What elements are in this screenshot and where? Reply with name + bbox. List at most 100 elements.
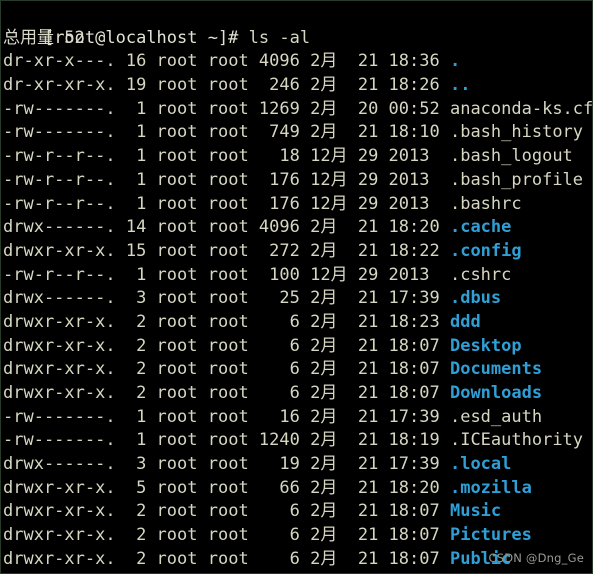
row-link-count: 1 — [125, 264, 157, 285]
row-permissions: -rw-------. — [3, 430, 126, 451]
row-group: root — [207, 51, 259, 72]
row-owner: root — [156, 406, 208, 427]
row-group: root — [207, 240, 259, 261]
watermark-label: CSDN @Dng_Ge — [488, 551, 584, 565]
row-month: 2月 — [310, 477, 358, 498]
listing-row: dr-xr-x---. 16 root root 4096 2月 21 18:3… — [3, 50, 592, 74]
row-month: 2月 — [310, 335, 358, 356]
row-link-count: 1 — [125, 169, 157, 190]
row-owner: root — [156, 264, 208, 285]
command-separator — [238, 28, 248, 48]
row-month: 12月 — [310, 169, 358, 190]
row-link-count: 2 — [125, 359, 157, 380]
row-link-count: 16 — [125, 51, 157, 72]
listing-row: drwxr-xr-x. 2 root root 6 2月 21 18:07 De… — [3, 335, 592, 359]
listing-row: -rw-------. 1 root root 16 2月 21 17:39 .… — [3, 406, 592, 430]
row-size: 176 — [258, 169, 311, 190]
row-time: 18:23 — [388, 311, 450, 332]
row-day: 21 — [357, 122, 389, 143]
row-month: 12月 — [310, 264, 358, 285]
row-permissions: -rw-------. — [3, 122, 126, 143]
row-time: 18:36 — [388, 51, 450, 72]
listing-row: drwxr-xr-x. 2 root root 6 2月 21 18:07 Do… — [3, 358, 592, 382]
row-time: 18:07 — [388, 525, 450, 546]
row-size: 6 — [258, 335, 311, 356]
row-month: 2月 — [310, 406, 358, 427]
row-owner: root — [156, 477, 208, 498]
row-owner: root — [156, 359, 208, 380]
row-day: 21 — [357, 51, 389, 72]
row-name: Music — [449, 501, 502, 522]
row-name: .dbus — [449, 288, 502, 309]
row-day: 21 — [357, 383, 389, 403]
listing-row: -rw-r--r--. 1 root root 100 12月 29 2013 … — [3, 264, 592, 288]
row-month: 2月 — [310, 454, 358, 475]
row-group: root — [207, 75, 259, 96]
terminal-window[interactable]: [root@localhost ~]# ls -al 总用量 52 dr-xr-… — [0, 0, 593, 574]
listing-row: -rw-r--r--. 1 root root 176 12月 29 2013 … — [3, 169, 592, 193]
row-time: 2013 — [388, 264, 450, 285]
row-time: 18:07 — [388, 383, 450, 403]
row-day: 21 — [357, 430, 389, 451]
row-name: .bash_logout — [449, 146, 573, 167]
row-link-count: 2 — [125, 501, 157, 522]
row-link-count: 15 — [125, 240, 157, 261]
row-owner: root — [156, 98, 208, 119]
row-day: 29 — [357, 264, 389, 285]
row-day: 21 — [357, 477, 389, 498]
row-size: 18 — [258, 146, 311, 167]
listing-row: -rw-------. 1 root root 749 2月 21 18:10 … — [3, 121, 592, 145]
listing-row: dr-xr-xr-x. 19 root root 246 2月 21 18:26… — [3, 74, 592, 98]
row-size: 1269 — [258, 98, 311, 119]
row-size: 6 — [258, 359, 311, 380]
row-group: root — [207, 430, 259, 451]
row-day: 21 — [357, 548, 389, 569]
row-link-count: 2 — [125, 383, 157, 403]
directory-listing: dr-xr-x---. 16 root root 4096 2月 21 18:3… — [3, 50, 592, 573]
row-link-count: 1 — [125, 122, 157, 143]
row-month: 2月 — [310, 51, 358, 72]
row-month: 2月 — [310, 311, 358, 332]
row-day: 29 — [357, 169, 389, 190]
row-day: 29 — [357, 146, 389, 167]
listing-row: -rw-r--r--. 1 root root 176 12月 29 2013 … — [3, 193, 592, 217]
listing-row: drwxr-xr-x. 15 root root 272 2月 21 18:22… — [3, 240, 592, 264]
listing-row: -rw-------. 1 root root 1269 2月 20 00:52… — [3, 98, 592, 122]
row-group: root — [207, 146, 259, 167]
row-permissions: drwxr-xr-x. — [3, 240, 126, 261]
listing-row: -rw-------. 1 root root 1240 2月 21 18:19… — [3, 429, 592, 453]
row-month: 2月 — [310, 75, 358, 96]
row-day: 21 — [357, 525, 389, 546]
row-day: 21 — [357, 288, 389, 309]
row-day: 21 — [357, 75, 389, 96]
row-link-count: 1 — [125, 430, 157, 451]
row-link-count: 2 — [125, 335, 157, 356]
row-name: .config — [449, 240, 522, 261]
row-name: .local — [449, 454, 512, 475]
row-time: 18:19 — [388, 430, 450, 451]
row-time: 18:20 — [388, 217, 450, 238]
row-group: root — [207, 383, 259, 403]
row-owner: root — [156, 311, 208, 332]
listing-row: -rw-r--r--. 1 root root 18 12月 29 2013 .… — [3, 145, 592, 169]
row-name: .esd_auth — [449, 406, 543, 427]
row-time: 18:10 — [388, 122, 450, 143]
row-permissions: drwxr-xr-x. — [3, 359, 126, 380]
row-month: 2月 — [310, 240, 358, 261]
row-time: 2013 — [388, 146, 450, 167]
row-time: 17:39 — [388, 454, 450, 475]
row-permissions: drwxr-xr-x. — [3, 477, 126, 498]
row-size: 6 — [258, 311, 311, 332]
row-month: 2月 — [310, 430, 358, 451]
row-size: 16 — [258, 406, 311, 427]
row-day: 21 — [357, 406, 389, 427]
row-owner: root — [156, 217, 208, 238]
row-time: 2013 — [388, 169, 450, 190]
row-group: root — [207, 288, 259, 309]
row-size: 1240 — [258, 430, 311, 451]
row-day: 21 — [357, 240, 389, 261]
row-owner: root — [156, 501, 208, 522]
row-owner: root — [156, 288, 208, 309]
row-day: 21 — [357, 501, 389, 522]
row-link-count: 1 — [125, 98, 157, 119]
